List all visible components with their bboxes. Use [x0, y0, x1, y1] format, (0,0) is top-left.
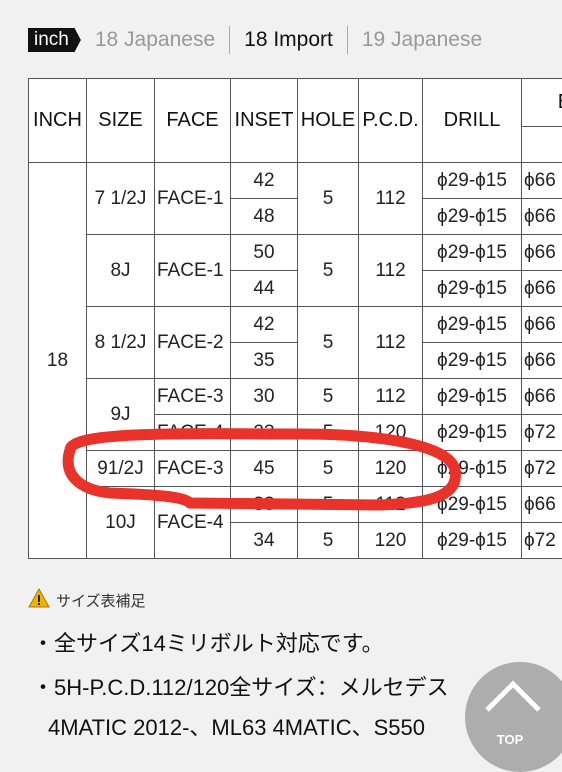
- cell-bore: ϕ66: [522, 487, 562, 523]
- header-pcd: P.C.D.: [359, 79, 423, 163]
- cell-bore: ϕ66: [522, 235, 562, 271]
- cell-inset: 30: [231, 379, 298, 415]
- cell-pcd: 112: [359, 307, 423, 379]
- cell-inset: 42: [231, 163, 298, 199]
- cell-face: FACE-4: [155, 487, 231, 559]
- cell-hole: 5: [298, 487, 359, 523]
- cell-hole: 5: [298, 451, 359, 487]
- note-line-1: ・全サイズ14ミリボルト対応です。: [32, 626, 384, 658]
- cell-face: FACE-1: [155, 235, 231, 307]
- cell-pcd: 112: [359, 163, 423, 235]
- table-row: 10JFACE-4335112ϕ29-ϕ15ϕ66: [29, 487, 562, 523]
- header-hole: HOLE: [298, 79, 359, 163]
- cell-bore: ϕ72: [522, 523, 562, 559]
- cell-size: 8J: [87, 235, 155, 307]
- cell-inset: 35: [231, 343, 298, 379]
- header-bore: BOI: [522, 79, 562, 127]
- cell-bore: ϕ66: [522, 199, 562, 235]
- cell-inset: 48: [231, 199, 298, 235]
- tab-18-import[interactable]: 18 Import: [230, 28, 347, 52]
- tab-19-japanese[interactable]: 19 Japanese: [348, 28, 496, 52]
- header-size: SIZE: [87, 79, 155, 163]
- cell-bore: ϕ66: [522, 379, 562, 415]
- cell-face: FACE-3: [155, 451, 231, 487]
- table-row: 187 1/2JFACE-1425112ϕ29-ϕ15ϕ66: [29, 163, 562, 199]
- header-bore-unit: mm: [522, 127, 562, 163]
- cell-bore: ϕ66: [522, 307, 562, 343]
- cell-drill: ϕ29-ϕ15: [423, 451, 522, 487]
- cell-face: FACE-4: [155, 415, 231, 451]
- cell-pcd: 120: [359, 523, 423, 559]
- cell-inset: 23: [231, 415, 298, 451]
- cell-drill: ϕ29-ϕ15: [423, 487, 522, 523]
- cell-size: 8 1/2J: [87, 307, 155, 379]
- cell-drill: ϕ29-ϕ15: [423, 235, 522, 271]
- cell-drill: ϕ29-ϕ15: [423, 271, 522, 307]
- cell-drill: ϕ29-ϕ15: [423, 307, 522, 343]
- cell-bore: ϕ66: [522, 343, 562, 379]
- cell-drill: ϕ29-ϕ15: [423, 415, 522, 451]
- back-to-top-label: TOP: [465, 732, 555, 747]
- chevron-up-icon: [465, 662, 562, 732]
- cell-drill: ϕ29-ϕ15: [423, 199, 522, 235]
- cell-hole: 5: [298, 523, 359, 559]
- cell-face: FACE-2: [155, 307, 231, 379]
- tab-18-japanese[interactable]: 18 Japanese: [81, 28, 229, 52]
- cell-inset: 34: [231, 523, 298, 559]
- cell-pcd: 112: [359, 379, 423, 415]
- cell-pcd: 120: [359, 415, 423, 451]
- cell-inch: 18: [29, 163, 87, 559]
- table-row: 91/2JFACE-3455120ϕ29-ϕ15ϕ72: [29, 451, 562, 487]
- cell-inset: 45: [231, 451, 298, 487]
- note-line-2: ・5H-P.C.D.112/120全サイズ：メルセデス: [32, 670, 449, 702]
- cell-bore: ϕ72: [522, 451, 562, 487]
- cell-inset: 44: [231, 271, 298, 307]
- cell-face: FACE-3: [155, 379, 231, 415]
- table-row: 8JFACE-1505112ϕ29-ϕ15ϕ66: [29, 235, 562, 271]
- cell-bore: ϕ72: [522, 415, 562, 451]
- cell-inset: 50: [231, 235, 298, 271]
- cell-drill: ϕ29-ϕ15: [423, 343, 522, 379]
- cell-bore: ϕ66: [522, 271, 562, 307]
- cell-pcd: 112: [359, 487, 423, 523]
- note-label: サイズ表補足: [56, 590, 146, 611]
- cell-size: 91/2J: [87, 451, 155, 487]
- header-inch: INCH: [29, 79, 87, 163]
- warning-icon: [28, 588, 50, 612]
- cell-hole: 5: [298, 307, 359, 379]
- cell-inset: 42: [231, 307, 298, 343]
- cell-size: 9J: [87, 379, 155, 451]
- table-row: 8 1/2JFACE-2425112ϕ29-ϕ15ϕ66: [29, 307, 562, 343]
- size-note: サイズ表補足: [28, 588, 146, 612]
- cell-face: FACE-1: [155, 163, 231, 235]
- cell-hole: 5: [298, 235, 359, 307]
- cell-drill: ϕ29-ϕ15: [423, 379, 522, 415]
- cell-pcd: 112: [359, 235, 423, 307]
- inch-tag: inch: [28, 28, 81, 52]
- note-line-3: 4MATIC 2012-、ML63 4MATIC、S550: [48, 710, 425, 742]
- cell-inset: 33: [231, 487, 298, 523]
- table-row: 9JFACE-3305112ϕ29-ϕ15ϕ66: [29, 379, 562, 415]
- cell-size: 10J: [87, 487, 155, 559]
- cell-hole: 5: [298, 415, 359, 451]
- back-to-top-button[interactable]: TOP: [465, 662, 562, 772]
- cell-drill: ϕ29-ϕ15: [423, 523, 522, 559]
- cell-drill: ϕ29-ϕ15: [423, 163, 522, 199]
- cell-pcd: 120: [359, 451, 423, 487]
- header-face: FACE: [155, 79, 231, 163]
- cell-size: 7 1/2J: [87, 163, 155, 235]
- header-inset: INSET: [231, 79, 298, 163]
- size-table-wrapper: INCH SIZE FACE INSET HOLE P.C.D. DRILL B…: [28, 78, 562, 559]
- size-table: INCH SIZE FACE INSET HOLE P.C.D. DRILL B…: [28, 78, 562, 559]
- size-tabs: inch 18 Japanese 18 Import 19 Japanese: [28, 26, 496, 54]
- cell-hole: 5: [298, 379, 359, 415]
- header-drill: DRILL: [423, 79, 522, 163]
- cell-bore: ϕ66: [522, 163, 562, 199]
- cell-hole: 5: [298, 163, 359, 235]
